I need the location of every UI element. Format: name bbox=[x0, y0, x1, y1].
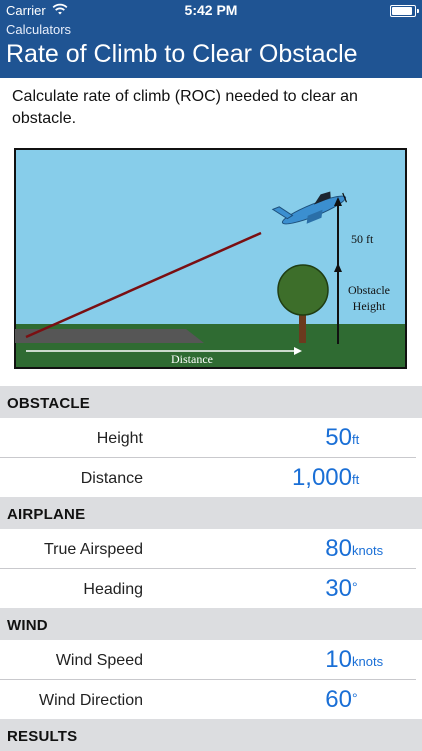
climb-diagram: 50 ft Obstacle Height Distance bbox=[14, 148, 407, 369]
section-title: WIND bbox=[7, 617, 48, 634]
label-50ft: 50 ft bbox=[351, 232, 374, 246]
row-heading[interactable]: Heading 30 ° bbox=[0, 569, 422, 609]
section-header-wind: WIND bbox=[0, 608, 422, 640]
row-label: True Airspeed bbox=[43, 541, 143, 558]
row-wind-speed[interactable]: Wind Speed 10 knots bbox=[0, 640, 422, 680]
section-header-results: RESULTS bbox=[0, 719, 422, 751]
calculator-description: Calculate rate of climb (ROC) needed to … bbox=[12, 88, 358, 127]
row-obstacle-height[interactable]: Height 50 ft bbox=[0, 418, 422, 458]
row-value[interactable]: 80 bbox=[325, 535, 352, 563]
row-unit: ° bbox=[352, 690, 358, 706]
label-distance: Distance bbox=[171, 352, 213, 366]
runway bbox=[15, 329, 204, 343]
row-unit: ft bbox=[352, 472, 360, 487]
row-label: Distance bbox=[80, 470, 143, 487]
row-value[interactable]: 1,000 bbox=[292, 464, 352, 492]
battery-icon bbox=[390, 5, 419, 17]
row-label: Height bbox=[96, 430, 143, 447]
status-time: 5:42 PM bbox=[184, 2, 238, 18]
label-obstacle: Obstacle bbox=[348, 283, 390, 297]
row-value[interactable]: 10 bbox=[325, 646, 352, 674]
navigation-bar: Carrier 5:42 PM Calculators Rate of Clim… bbox=[0, 0, 422, 78]
status-bar: Carrier 5:42 PM bbox=[0, 0, 422, 20]
row-value[interactable]: 60 bbox=[325, 686, 352, 714]
row-wind-direction[interactable]: Wind Direction 60 ° bbox=[0, 680, 422, 720]
section-header-obstacle: OBSTACLE bbox=[0, 386, 422, 418]
label-height: Height bbox=[353, 299, 386, 313]
row-true-airspeed[interactable]: True Airspeed 80 knots bbox=[0, 529, 422, 569]
section-title: AIRPLANE bbox=[7, 506, 86, 523]
row-value[interactable]: 30 bbox=[325, 575, 352, 603]
row-label: Wind Speed bbox=[55, 652, 143, 669]
tree-crown bbox=[277, 264, 329, 316]
row-unit: ft bbox=[352, 432, 360, 447]
battery-fill bbox=[392, 7, 412, 15]
row-obstacle-distance[interactable]: Distance 1,000 ft bbox=[0, 458, 422, 498]
row-unit: knots bbox=[352, 654, 384, 669]
back-button[interactable]: Calculators bbox=[6, 22, 71, 37]
row-label: Wind Direction bbox=[38, 692, 143, 709]
section-title: RESULTS bbox=[7, 728, 78, 745]
section-title: OBSTACLE bbox=[7, 395, 90, 412]
row-unit: knots bbox=[352, 543, 384, 558]
section-header-airplane: AIRPLANE bbox=[0, 497, 422, 529]
row-unit: ° bbox=[352, 579, 358, 595]
page-title: Rate of Climb to Clear Obstacle bbox=[6, 40, 358, 68]
row-value[interactable]: 50 bbox=[325, 424, 352, 452]
row-label: Heading bbox=[83, 581, 143, 598]
tree-trunk bbox=[299, 312, 306, 343]
